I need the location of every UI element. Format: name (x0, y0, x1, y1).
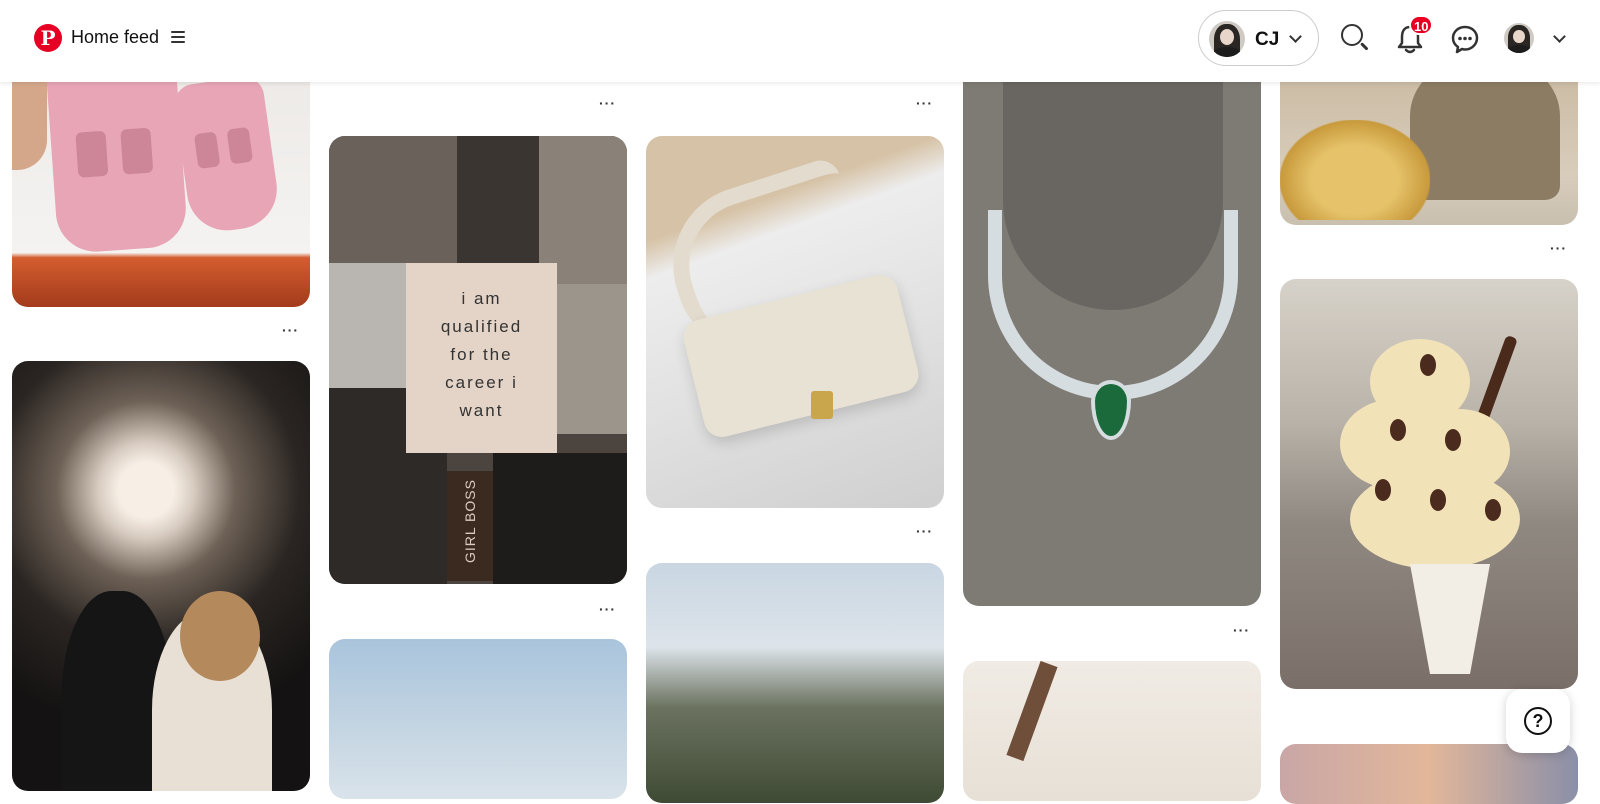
girl-boss-sign: GIRL BOSS (447, 471, 493, 581)
pin-more-options-button[interactable]: ··· (599, 602, 616, 616)
profile-switcher-button[interactable]: CJ (1198, 10, 1319, 66)
account-chevron-down-icon[interactable] (1553, 30, 1566, 43)
quote-line: for the (450, 345, 513, 364)
profile-avatar (1209, 21, 1245, 57)
girl-boss-label: GIRL BOSS (462, 479, 478, 563)
top-nav-bar: P Home feed CJ 10 (0, 0, 1600, 82)
pin-more-options-button[interactable]: ··· (916, 96, 933, 110)
pin-more-options-button[interactable]: ··· (282, 323, 299, 337)
chevron-down-icon (1289, 30, 1302, 43)
pin-image-garden-wedding[interactable] (646, 563, 944, 803)
pin-image-fireworks-couple[interactable] (12, 361, 310, 791)
quote-card: i am qualified for the career i want (406, 263, 557, 453)
pin-image-straw-weaving[interactable] (1280, 60, 1578, 225)
pin-image-career-collage[interactable]: i am qualified for the career i want GIR… (329, 136, 627, 584)
pinterest-logo[interactable]: P (34, 24, 62, 52)
pin-more-options-button[interactable]: ··· (1550, 241, 1567, 255)
quote-line: want (459, 401, 504, 420)
pin-more-options-button[interactable]: ··· (599, 96, 616, 110)
quote-line: qualified (440, 317, 523, 336)
feed-title[interactable]: Home feed (71, 27, 159, 48)
profile-initials: CJ (1255, 29, 1280, 50)
quote-line: i am (461, 289, 502, 308)
hamburger-menu-icon[interactable] (171, 31, 185, 43)
notification-count-badge: 10 (1409, 15, 1434, 35)
help-icon: ? (1524, 707, 1552, 735)
pin-image-palm-cranes[interactable] (329, 639, 627, 799)
pin-image-emerald-necklace[interactable] (963, 60, 1261, 606)
help-button[interactable]: ? (1506, 689, 1570, 753)
pin-image-pink-sandals[interactable] (12, 60, 310, 307)
quote-line: career i (445, 373, 518, 392)
pin-image-interior-beams[interactable] (963, 661, 1261, 801)
pin-image-sunset[interactable] (1280, 744, 1578, 804)
chat-bubble-icon[interactable] (1445, 19, 1485, 59)
user-avatar[interactable] (1504, 23, 1534, 53)
pin-more-options-button[interactable]: ··· (916, 524, 933, 538)
pin-image-woven-bag[interactable] (646, 136, 944, 508)
pin-more-options-button[interactable]: ··· (1233, 623, 1250, 637)
search-icon[interactable] (1336, 19, 1376, 59)
pin-image-snoopy-ice-cream[interactable] (1280, 279, 1578, 689)
